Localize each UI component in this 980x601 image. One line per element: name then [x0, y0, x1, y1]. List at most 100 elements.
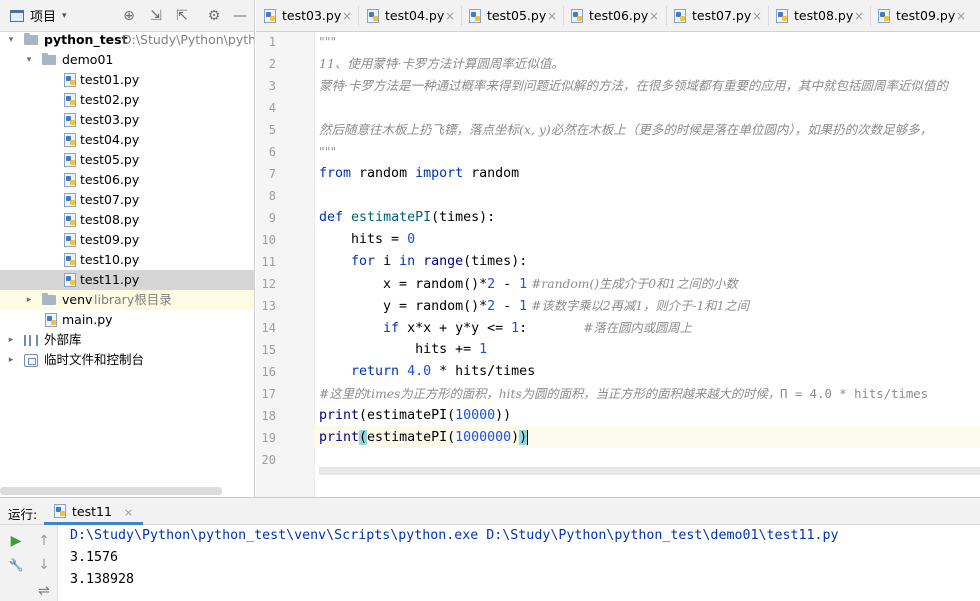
python-file-icon	[64, 273, 76, 287]
python-file-icon	[64, 253, 76, 267]
builtin-name: print	[319, 408, 360, 423]
tree-item-file[interactable]: test01.py	[0, 70, 254, 90]
code-text: random	[463, 166, 520, 181]
tree-item-label: test05.py	[80, 152, 140, 167]
tree-item-label: main.py	[62, 312, 113, 327]
arrow-up-icon[interactable]: ↑	[36, 533, 52, 549]
number-literal: 1	[519, 277, 528, 292]
run-side-toolbar: ▶ ↑ 🔧 ↓ ⇌	[0, 525, 58, 601]
tree-item-file[interactable]: test07.py	[0, 190, 254, 210]
code-text: i	[375, 254, 400, 269]
close-icon[interactable]: ×	[649, 0, 659, 31]
close-icon[interactable]: ×	[956, 0, 966, 31]
chevron-right-icon[interactable]: ▸	[6, 350, 16, 370]
close-icon[interactable]: ×	[124, 506, 133, 519]
project-view-icon	[10, 9, 24, 22]
tree-item-label: test02.py	[80, 92, 140, 107]
code-editor[interactable]: 1 2 3 4 5 6 7 8 9 10 11 12 13 14 15 16 1…	[256, 32, 980, 497]
tab-test07[interactable]: test07.py ×	[666, 0, 768, 31]
tree-item-file[interactable]: main.py	[0, 310, 254, 330]
tab-test06[interactable]: test06.py ×	[563, 0, 665, 31]
code-line-docstring: 11、使用蒙特·卡罗方法计算圆周率近似值。	[319, 56, 564, 71]
code-text: )	[511, 430, 520, 445]
tree-item-label: test04.py	[80, 132, 140, 147]
line-number: 6	[268, 145, 276, 159]
tree-item-venv[interactable]: ▸ venv library根目录	[0, 290, 254, 310]
close-icon[interactable]: ×	[752, 0, 762, 31]
code-comment: #该数字乘以2再减1，则介于-1和1之间	[527, 299, 750, 313]
tree-item-file[interactable]: test09.py	[0, 230, 254, 250]
close-icon[interactable]: ×	[854, 0, 864, 31]
tree-item-demo01[interactable]: ▾ demo01	[0, 50, 254, 70]
close-icon[interactable]: ×	[445, 0, 455, 31]
tab-test09[interactable]: test09.py ×	[870, 0, 972, 31]
wrench-icon[interactable]: 🔧	[8, 557, 24, 573]
tab-label: test07.py	[692, 8, 752, 23]
tab-label: test06.py	[589, 8, 649, 23]
chevron-down-icon[interactable]: ▾	[6, 30, 16, 50]
folder-icon	[24, 33, 38, 45]
editor-tab-bar: test03.py × test04.py × test05.py × test…	[256, 0, 980, 32]
chevron-down-icon[interactable]: ▾	[24, 50, 34, 70]
tree-item-file[interactable]: test02.py	[0, 90, 254, 110]
expand-all-icon[interactable]: ⇲	[148, 8, 164, 24]
tree-item-scratches[interactable]: ▸ 临时文件和控制台	[0, 350, 254, 370]
run-icon[interactable]: ▶	[8, 533, 24, 549]
soft-wrap-icon[interactable]: ⇌	[36, 583, 52, 599]
tree-item-python-test[interactable]: ▾ python_test D:\Study\Python\pytho	[0, 30, 254, 50]
number-literal: 1	[511, 321, 520, 336]
keyword: in	[399, 254, 416, 269]
code-text: :	[519, 321, 528, 336]
horizontal-scrollbar[interactable]	[0, 487, 222, 495]
close-icon[interactable]: ×	[342, 0, 352, 31]
chevron-right-icon[interactable]: ▸	[6, 330, 16, 350]
code-text: * hits/times	[431, 364, 536, 379]
line-number: 16	[261, 365, 276, 379]
gear-icon[interactable]: ⚙	[206, 8, 222, 24]
chevron-right-icon[interactable]: ▸	[24, 290, 34, 310]
tree-item-file[interactable]: test04.py	[0, 130, 254, 150]
python-file-icon	[64, 93, 76, 107]
tree-item-note: library根目录	[94, 292, 172, 307]
tree-item-file[interactable]: test10.py	[0, 250, 254, 270]
code-line: y = random()*2 - 1 #该数字乘以2再减1，则介于-1和1之间	[319, 295, 749, 317]
tab-label: test05.py	[487, 8, 547, 23]
line-number: 18	[261, 409, 276, 423]
tree-item-file[interactable]: test08.py	[0, 210, 254, 230]
tree-item-external-libraries[interactable]: ▸ 外部库	[0, 330, 254, 350]
code-line: def estimatePI(times):	[319, 207, 495, 229]
code-text: hits +=	[319, 342, 480, 357]
tree-item-file[interactable]: test06.py	[0, 170, 254, 190]
python-file-icon	[64, 133, 76, 147]
tree-item-file[interactable]: test03.py	[0, 110, 254, 130]
locate-icon[interactable]: ⊕	[121, 8, 137, 24]
python-file-icon	[64, 153, 76, 167]
tab-test05[interactable]: test05.py ×	[461, 0, 563, 31]
tree-item-label: test08.py	[80, 212, 140, 227]
scratch-icon	[24, 354, 38, 367]
tab-test04[interactable]: test04.py ×	[359, 0, 461, 31]
keyword: def	[319, 210, 344, 225]
code-line-docstring: """	[319, 144, 337, 159]
tab-test03[interactable]: test03.py ×	[256, 0, 358, 31]
tree-item-file[interactable]: test05.py	[0, 150, 254, 170]
matched-brace: )	[519, 430, 529, 445]
line-number: 13	[261, 299, 276, 313]
console-output[interactable]: D:\Study\Python\python_test\venv\Scripts…	[58, 525, 980, 601]
tab-label: test08.py	[794, 8, 854, 23]
number-literal: 1000000	[455, 430, 512, 445]
number-literal: 2	[487, 299, 496, 314]
collapse-all-icon[interactable]: ⇱	[174, 8, 190, 24]
tree-item-file-selected[interactable]: test11.py	[0, 270, 254, 290]
chevron-down-icon[interactable]: ▾	[62, 11, 67, 21]
close-icon[interactable]: ×	[547, 0, 557, 31]
minimize-icon[interactable]: —	[232, 8, 248, 24]
arrow-down-icon[interactable]: ↓	[36, 557, 52, 573]
library-icon	[24, 335, 38, 346]
project-view-title[interactable]: 项目	[30, 6, 56, 25]
tab-test08[interactable]: test08.py ×	[768, 0, 870, 31]
run-tab-test11[interactable]: test11 ×	[44, 498, 144, 525]
